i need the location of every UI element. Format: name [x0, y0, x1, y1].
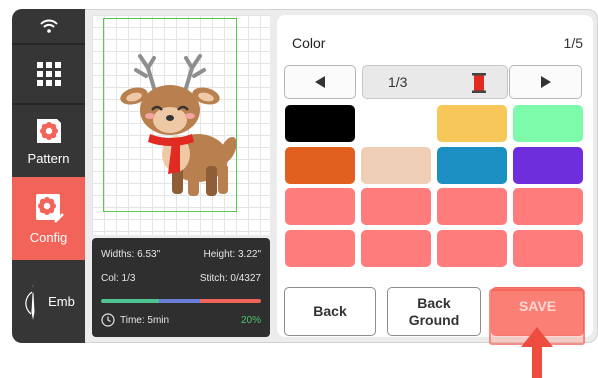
back-button-label: Back	[313, 303, 347, 319]
height-value: Height: 3.22"	[203, 249, 261, 260]
panel-title: Color	[292, 35, 326, 51]
color-count: Col: 1/3	[101, 273, 136, 284]
triangle-right-icon	[540, 76, 551, 88]
color-swatch[interactable]	[513, 188, 583, 225]
wifi-icon	[39, 19, 58, 33]
needle-icon	[25, 283, 35, 320]
color-swatch[interactable]	[513, 230, 583, 267]
thread-spool-icon	[472, 73, 486, 93]
color-swatch[interactable]	[285, 147, 355, 184]
sidebar-item-emb[interactable]: Emb	[12, 260, 85, 343]
color-swatch[interactable]	[513, 147, 583, 184]
menu-grid-button[interactable]	[12, 45, 85, 103]
time-value: Time: 5min	[120, 314, 170, 326]
sidebar: Pattern Config Emb	[12, 9, 85, 343]
thread-index: 1/3	[388, 74, 408, 90]
sidebar-item-label: Config	[29, 230, 68, 245]
color-swatch[interactable]	[361, 188, 431, 225]
color-swatch[interactable]	[437, 147, 507, 184]
color-swatch[interactable]	[361, 230, 431, 267]
grid-icon	[36, 62, 61, 86]
pattern-icon	[36, 118, 61, 143]
color-swatch[interactable]	[285, 188, 355, 225]
sidebar-item-label: Pattern	[27, 150, 70, 166]
triangle-left-icon	[315, 76, 325, 88]
color-swatch[interactable]	[513, 105, 583, 142]
color-swatch[interactable]	[285, 105, 355, 142]
background-button-label: Back Ground	[408, 294, 460, 328]
page-indicator: 1/5	[563, 35, 583, 51]
color-swatch[interactable]	[437, 230, 507, 267]
sidebar-item-config[interactable]: Config	[12, 177, 85, 260]
current-thread-display: 1/3	[362, 65, 508, 99]
progress-percent: 20%	[240, 314, 261, 326]
color-swatch[interactable]	[437, 188, 507, 225]
color-swatch[interactable]	[285, 230, 355, 267]
back-button[interactable]: Back	[284, 287, 376, 336]
arrow-up-icon	[521, 327, 553, 378]
next-color-button[interactable]	[509, 65, 582, 99]
color-progress-bar	[101, 299, 261, 303]
stitch-info-panel: Widths: 6.53" Height: 3.22" Col: 1/3 Sti…	[92, 238, 270, 337]
sidebar-item-label: Emb	[48, 294, 75, 309]
color-swatch[interactable]	[437, 105, 507, 142]
config-icon	[35, 194, 64, 223]
prev-color-button[interactable]	[284, 65, 356, 99]
color-swatch[interactable]	[361, 147, 431, 184]
wifi-status	[12, 9, 85, 43]
deer-design-image	[120, 54, 236, 196]
stitch-count: Stitch: 0/4327	[199, 273, 261, 284]
width-value: Widths: 6.53"	[101, 249, 161, 260]
background-button[interactable]: Back Ground	[387, 287, 481, 336]
color-swatch[interactable]	[361, 105, 431, 142]
sidebar-item-pattern[interactable]: Pattern	[12, 105, 85, 177]
clock-icon	[101, 313, 115, 327]
